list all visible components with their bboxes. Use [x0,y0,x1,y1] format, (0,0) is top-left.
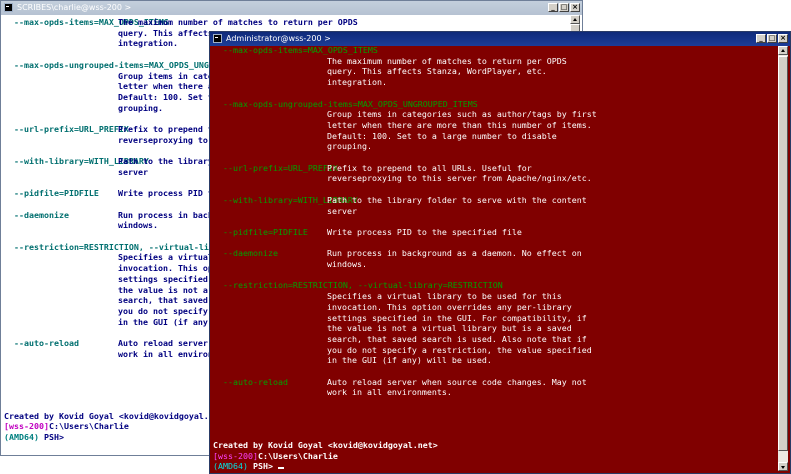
option-name: --max-opds-items=MAX_OPDS_ITEMS [223,45,378,55]
option-name: --daemonize [223,248,278,259]
option-description: in the GUI (if any) will be used. [327,355,492,366]
console-output[interactable]: --max-opds-items=MAX_OPDS_ITEMS The maxim… [213,45,776,471]
option-description: Write process PID t [118,188,213,199]
prompt-arch: (AMD64) [213,461,248,472]
option-description: Group items in cate [118,70,213,81]
option-description: query. This affects [118,27,213,38]
option-name: --url-prefix=URL_PREFIX [14,124,129,134]
option-name: --auto-reload [223,376,288,387]
maximize-icon[interactable]: □ [767,34,777,43]
prompt-host: [wss-200] [213,450,258,461]
option-description: integration. [327,77,387,88]
author-line: Created by Kovid Goyal <kovid@kovidgoyal… [213,439,438,450]
minimize-icon[interactable]: _ [548,3,558,12]
option-description: invocation. This option overrides any pe… [327,301,572,312]
option-description: settings specified in the GUI. For compa… [327,312,587,323]
console-icon [213,34,222,43]
prompt-path: C:\Users\Charlie [48,421,129,432]
prompt-shell: PSH> [43,432,64,443]
option-description: search, that saved search is used. Also … [327,333,587,344]
option-description: Default: 100. Set to a large number to d… [327,130,557,141]
author-line: Created by Kovid Goyal <kovid@kovidgoyal… [4,410,229,421]
option-name: --auto-reload [14,338,79,348]
command-prompt[interactable]: (AMD64) PSH> [213,461,284,472]
prompt-arch: (AMD64) [4,432,39,443]
title-bar[interactable]: Administrator@wss-200 > _ □ × [210,32,790,46]
window-title: Administrator@wss-200 > [226,34,331,43]
option-description: integration. [118,38,178,49]
option-description: reverseproxying to [118,134,208,145]
prompt-host: [wss-200] [4,421,49,432]
option-name: --daemonize [14,209,69,220]
option-description: windows. [327,259,367,269]
command-prompt[interactable]: (AMD64) PSH> [4,432,64,443]
option-description: Path to the library [118,156,213,167]
minimize-icon[interactable]: _ [756,34,766,43]
prompt-shell: PSH> [252,461,273,472]
option-description: work in all environments. [327,387,452,398]
option-description: letter when there are more than this num… [327,119,592,130]
option-description: you do not specify [118,305,208,316]
option-description: Prefix to prepend to all URLs. Useful fo… [327,162,532,173]
console-window-admin[interactable]: Administrator@wss-200 > _ □ × --max-opds… [209,31,791,474]
option-description: Path to the library folder to serve with… [327,194,587,205]
text-cursor [277,467,284,470]
console-icon [4,3,13,12]
option-name: --pidfile=PIDFILE [223,226,308,237]
vertical-scrollbar[interactable] [778,46,788,471]
scroll-down-icon[interactable] [778,462,788,471]
option-description: Specifies a virtual library to be used f… [327,291,562,302]
option-description: windows. [118,220,158,231]
option-description: work in all environ [118,348,213,359]
option-description: invocation. This op [118,263,213,274]
option-description: Prefix to prepend t [118,124,213,134]
scroll-up-icon[interactable] [778,46,788,55]
window-title: SCRIBES\charlie@wss-200 > [17,3,132,12]
option-description: query. This affects Stanza, WordPlayer, … [327,66,547,77]
scroll-thumb[interactable] [778,56,788,451]
option-name: --restriction=RESTRICTION, --virtual-lib… [14,241,219,252]
option-name: --url-prefix=URL_PREFIX [223,162,338,173]
option-name: --pidfile=PIDFILE [14,188,99,199]
option-description: Default: 100. Set t [118,91,213,102]
title-bar[interactable]: SCRIBES\charlie@wss-200 > _ □ × [1,1,582,15]
option-description: Run process in background as a daemon. N… [327,248,582,259]
maximize-icon[interactable]: □ [559,3,569,12]
scroll-up-icon[interactable] [570,15,580,24]
option-name: --max-opds-ungrouped-items=MAX_OPDS_UNGR… [223,98,478,109]
option-description: The maximum number of matches to return … [327,55,567,66]
option-description: server [118,166,148,177]
close-icon[interactable]: × [570,3,580,12]
option-description: Group items in categories such as author… [327,109,597,120]
option-description: settings specified [118,273,208,284]
option-description: Auto reload server [118,338,208,348]
option-description: Specifies a virtual [118,252,213,263]
option-description: grouping. [118,102,163,113]
prompt-location: [wss-200]C:\Users\Charlie [213,451,338,462]
option-description: reverseproxying to this server from Apac… [327,173,592,184]
option-name: --max-opds-ungrouped-items=MAX_OPDS_UNGR… [14,59,219,70]
option-description: Run process in back [118,209,213,220]
option-description: Auto reload server when source code chan… [327,376,587,387]
prompt-path: C:\Users\Charlie [257,450,338,461]
option-description: search, that saved [118,295,208,306]
option-description: The maximum number of matches to return … [118,17,358,27]
option-description: server [327,205,357,216]
option-description: Write process PID to the specified file [327,226,522,237]
option-name: --restriction=RESTRICTION, --virtual-lib… [223,280,503,291]
option-description: the value is not a [118,284,208,295]
option-description: in the GUI (if any) [118,316,213,327]
close-icon[interactable]: × [778,34,788,43]
option-description: grouping. [327,141,372,152]
option-description: the value is not a virtual library but i… [327,323,572,334]
option-description: you do not specify a restriction, the va… [327,344,592,355]
prompt-location: [wss-200]C:\Users\Charlie [4,421,129,432]
option-description: letter when there a [118,81,213,92]
